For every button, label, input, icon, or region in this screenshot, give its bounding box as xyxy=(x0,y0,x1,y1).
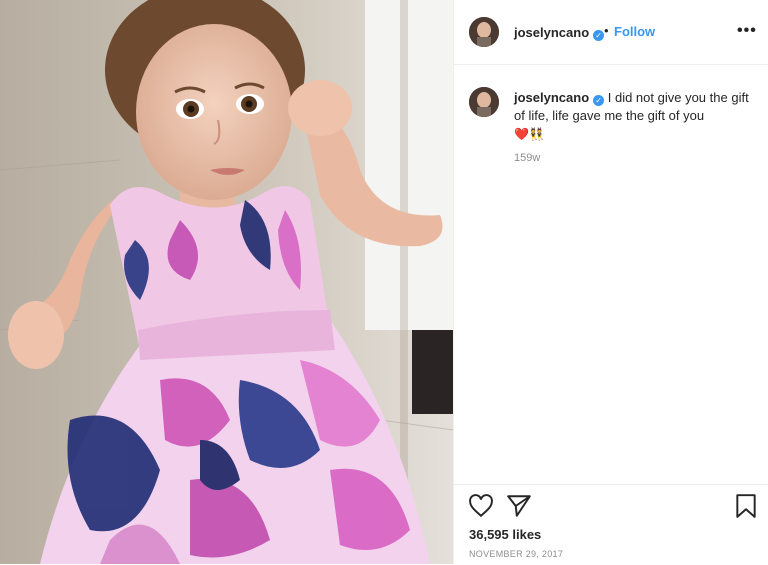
caption-username[interactable]: joselyncano xyxy=(514,90,589,105)
author-avatar[interactable] xyxy=(469,17,499,47)
bookmark-icon[interactable] xyxy=(734,493,758,524)
avatar-image xyxy=(469,17,499,47)
author-username[interactable]: joselyncano xyxy=(514,25,589,40)
post-side-panel: joselyncano ✓ • Follow ••• joselyncano ✓ I… xyxy=(453,0,768,564)
caption-emojis: ❤️👯 xyxy=(514,127,544,141)
caption-timestamp[interactable]: 159w xyxy=(514,152,540,164)
photo-girl-in-floral-dress xyxy=(0,0,453,564)
heart-icon[interactable] xyxy=(468,493,494,524)
avatar-image xyxy=(469,87,499,117)
author-name-row: joselyncano ✓ xyxy=(514,24,605,42)
caption-text: joselyncano ✓ I did not give you the gift… xyxy=(514,89,754,143)
likes-count[interactable]: 36,595 likes xyxy=(469,527,541,542)
caption-avatar[interactable] xyxy=(469,87,499,117)
follow-button[interactable]: Follow xyxy=(614,24,655,39)
post-header: joselyncano ✓ • Follow ••• xyxy=(454,0,768,65)
separator-dot: • xyxy=(604,23,609,38)
verified-badge-icon: ✓ xyxy=(593,95,605,106)
more-options-icon[interactable]: ••• xyxy=(737,22,757,40)
post-date: NOVEMBER 29, 2017 xyxy=(469,549,564,559)
send-icon[interactable] xyxy=(506,493,532,524)
post-photo[interactable] xyxy=(0,0,453,564)
post-actions: 36,595 likes NOVEMBER 29, 2017 xyxy=(454,484,768,565)
verified-badge-icon: ✓ xyxy=(593,30,605,41)
